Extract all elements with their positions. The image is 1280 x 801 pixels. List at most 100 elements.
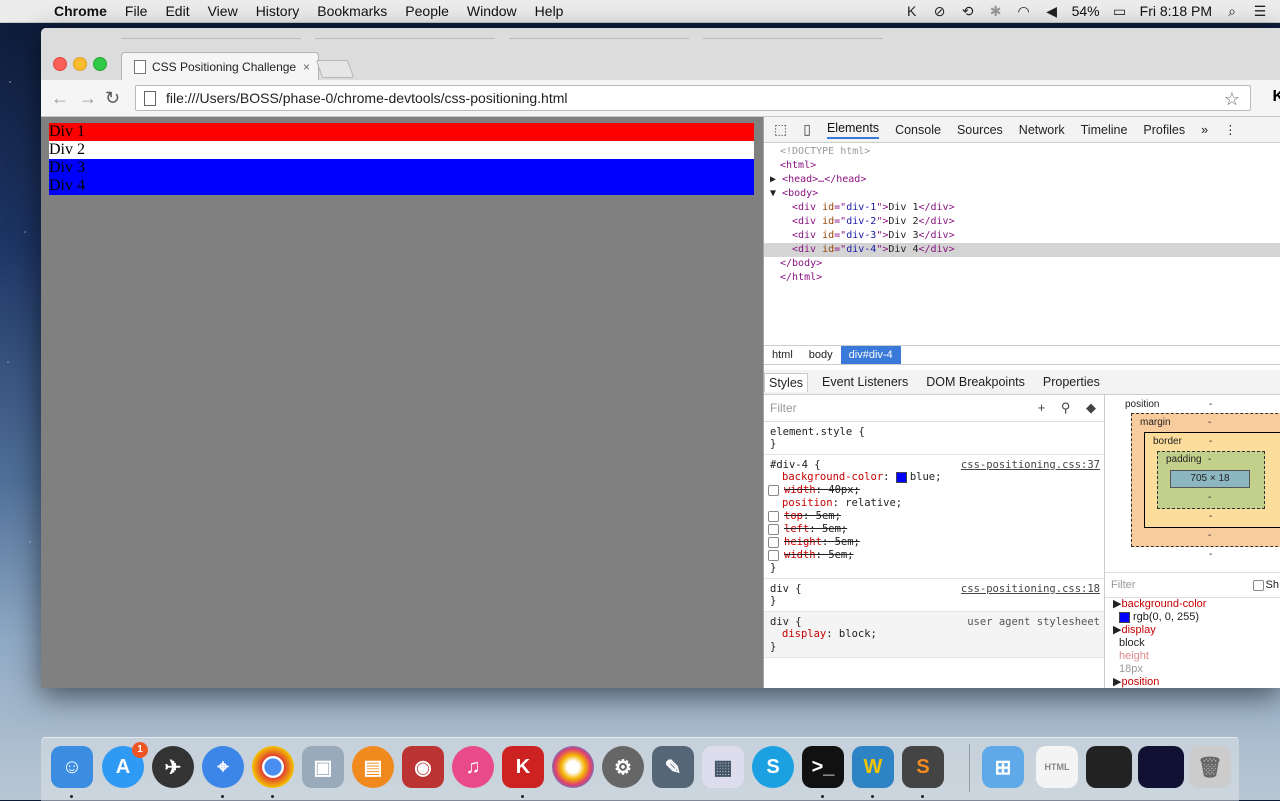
tab-sources[interactable]: Sources xyxy=(957,123,1003,137)
tab-profiles[interactable]: Profiles xyxy=(1143,123,1185,137)
forward-icon[interactable]: → xyxy=(79,88,97,109)
dom-head[interactable]: ▶ <head>…</head> xyxy=(764,173,1280,187)
screenshot-thumbnail-icon[interactable] xyxy=(1086,746,1132,788)
spotlight-search-icon[interactable]: ⌕ xyxy=(1224,3,1240,20)
tab-dom-breakpoints[interactable]: DOM Breakpoints xyxy=(922,373,1029,391)
style-property[interactable]: height: 5em; xyxy=(768,536,1100,549)
computed-property[interactable]: ▶position xyxy=(1105,676,1280,688)
style-property[interactable]: background-color: blue; xyxy=(770,471,1100,484)
finder-icon[interactable]: ☺ xyxy=(51,746,93,788)
div-3[interactable]: Div 3 xyxy=(49,159,754,177)
menu-view[interactable]: View xyxy=(208,3,238,19)
url-text[interactable]: file:///Users/BOSS/phase-0/chrome-devtoo… xyxy=(166,90,568,106)
chrome-icon[interactable] xyxy=(252,746,294,788)
do-not-disturb-icon[interactable]: ⊘ xyxy=(932,3,948,20)
menu-history[interactable]: History xyxy=(256,3,300,19)
menu-app-name[interactable]: Chrome xyxy=(54,3,107,19)
dom-div-row-selected[interactable]: <div id="div-4">Div 4</div> xyxy=(764,243,1280,257)
breadcrumb-body[interactable]: body xyxy=(801,349,841,361)
rule-source-link[interactable]: css-positioning.css:18 xyxy=(961,583,1100,595)
time-machine-icon[interactable]: ⟲ xyxy=(960,3,976,20)
back-icon[interactable]: ← xyxy=(51,88,69,109)
minimize-window-button[interactable] xyxy=(73,57,87,71)
property-checkbox[interactable] xyxy=(768,549,779,561)
style-property[interactable]: width: 5em; xyxy=(768,549,1100,562)
inspect-element-icon[interactable]: ⬚ xyxy=(774,121,787,138)
itunes-icon[interactable]: ♫ xyxy=(452,746,494,788)
preview-icon[interactable]: ▣ xyxy=(302,746,344,788)
sublime-text-icon[interactable]: S xyxy=(902,746,944,788)
property-checkbox[interactable] xyxy=(768,510,779,522)
notification-center-icon[interactable]: ☰ xyxy=(1252,3,1268,20)
show-all-checkbox[interactable]: Sh xyxy=(1252,579,1279,591)
computed-property[interactable]: ▶background-color xyxy=(1105,598,1280,611)
cyberduck-icon[interactable]: W xyxy=(852,746,894,788)
breadcrumb-div-4[interactable]: div#div-4 xyxy=(840,346,901,364)
more-tabs-icon[interactable]: » xyxy=(1201,123,1208,137)
tab-console[interactable]: Console xyxy=(895,123,941,137)
close-window-button[interactable] xyxy=(53,57,67,71)
safari-icon[interactable]: ⌖ xyxy=(202,746,244,788)
battery-percent[interactable]: 54% xyxy=(1072,3,1100,19)
new-tab-button[interactable] xyxy=(315,60,355,78)
color-format-icon[interactable]: ◆ xyxy=(1086,400,1096,415)
menu-bookmarks[interactable]: Bookmarks xyxy=(317,3,387,19)
ibooks-icon[interactable]: ▤ xyxy=(352,746,394,788)
dom-div-row[interactable]: <div id="div-3">Div 3</div> xyxy=(764,229,1280,243)
style-property[interactable]: left: 5em; xyxy=(768,523,1100,536)
bluetooth-icon[interactable]: ✱ xyxy=(988,3,1004,20)
wifi-icon[interactable]: ◠ xyxy=(1016,3,1032,20)
box-border[interactable]: border - - padding - 705 × 18 - xyxy=(1144,432,1280,528)
extension-icon[interactable]: K xyxy=(1272,88,1280,106)
close-tab-icon[interactable]: × xyxy=(303,60,310,74)
div-4[interactable]: Div 4 xyxy=(49,177,754,195)
menu-window[interactable]: Window xyxy=(467,3,517,19)
menu-file[interactable]: File xyxy=(125,3,148,19)
style-property[interactable]: top: 5em; xyxy=(768,510,1100,523)
photos-icon[interactable] xyxy=(552,746,594,788)
dom-div-row[interactable]: <div id="div-2">Div 2</div> xyxy=(764,215,1280,229)
photo-booth-icon[interactable]: ◉ xyxy=(402,746,444,788)
kaspersky-icon[interactable]: K xyxy=(904,3,920,19)
tab-styles[interactable]: Styles xyxy=(764,372,809,392)
styles-filter-input[interactable]: Filter xyxy=(770,401,797,415)
reload-icon[interactable]: ↻ xyxy=(105,88,120,109)
bookmark-star-icon[interactable]: ☆ xyxy=(1224,89,1240,110)
tab-network[interactable]: Network xyxy=(1019,123,1065,137)
rule-selector[interactable]: element.style { xyxy=(770,426,1100,438)
screenshot-thumbnail-icon[interactable] xyxy=(1138,746,1184,788)
tab-active[interactable]: CSS Positioning Challenge × xyxy=(121,52,319,81)
terminal-icon[interactable]: >_ xyxy=(802,746,844,788)
launchpad-icon[interactable]: ✈ xyxy=(152,746,194,788)
skype-icon[interactable]: S xyxy=(752,746,794,788)
new-style-rule-icon[interactable]: + xyxy=(1038,400,1046,415)
menu-edit[interactable]: Edit xyxy=(165,3,189,19)
collapse-triangle-icon[interactable]: ▼ xyxy=(770,188,782,199)
rule-source-link[interactable]: css-positioning.css:37 xyxy=(961,459,1100,471)
calendar-icon[interactable]: ▦ xyxy=(702,746,744,788)
breadcrumb-html[interactable]: html xyxy=(764,349,801,361)
dom-doctype[interactable]: <!DOCTYPE html> xyxy=(764,145,1280,159)
app-store-icon[interactable]: A1 xyxy=(102,742,148,788)
div-1[interactable]: Div 1 xyxy=(49,123,754,141)
devtools-menu-icon[interactable]: ⋮ xyxy=(1224,122,1237,137)
color-swatch-icon[interactable] xyxy=(895,471,907,483)
dom-div-row[interactable]: <div id="div-1">Div 1</div> xyxy=(764,201,1280,215)
property-checkbox[interactable] xyxy=(768,536,779,548)
style-property[interactable]: width: 40px; xyxy=(768,484,1100,497)
battery-icon[interactable]: ▭ xyxy=(1112,3,1128,20)
expand-triangle-icon[interactable]: ▶ xyxy=(770,174,782,185)
menu-help[interactable]: Help xyxy=(535,3,564,19)
toggle-element-state-icon[interactable]: ⚲ xyxy=(1061,400,1071,415)
kaspersky-app-icon[interactable]: K xyxy=(502,746,544,788)
html-document-icon[interactable]: HTML xyxy=(1036,746,1078,788)
dom-body-open[interactable]: ▼ <body> xyxy=(764,187,1280,201)
tab-timeline[interactable]: Timeline xyxy=(1081,123,1128,137)
box-content-size[interactable]: 705 × 18 xyxy=(1170,470,1250,488)
applications-folder-icon[interactable]: ⊞ xyxy=(982,746,1024,788)
device-mode-icon[interactable]: ▯ xyxy=(803,121,811,138)
system-preferences-icon[interactable]: ⚙ xyxy=(602,746,644,788)
dom-html-close[interactable]: </html> xyxy=(764,271,1280,285)
color-swatch-icon[interactable] xyxy=(1119,611,1130,623)
menu-people[interactable]: People xyxy=(405,3,449,19)
